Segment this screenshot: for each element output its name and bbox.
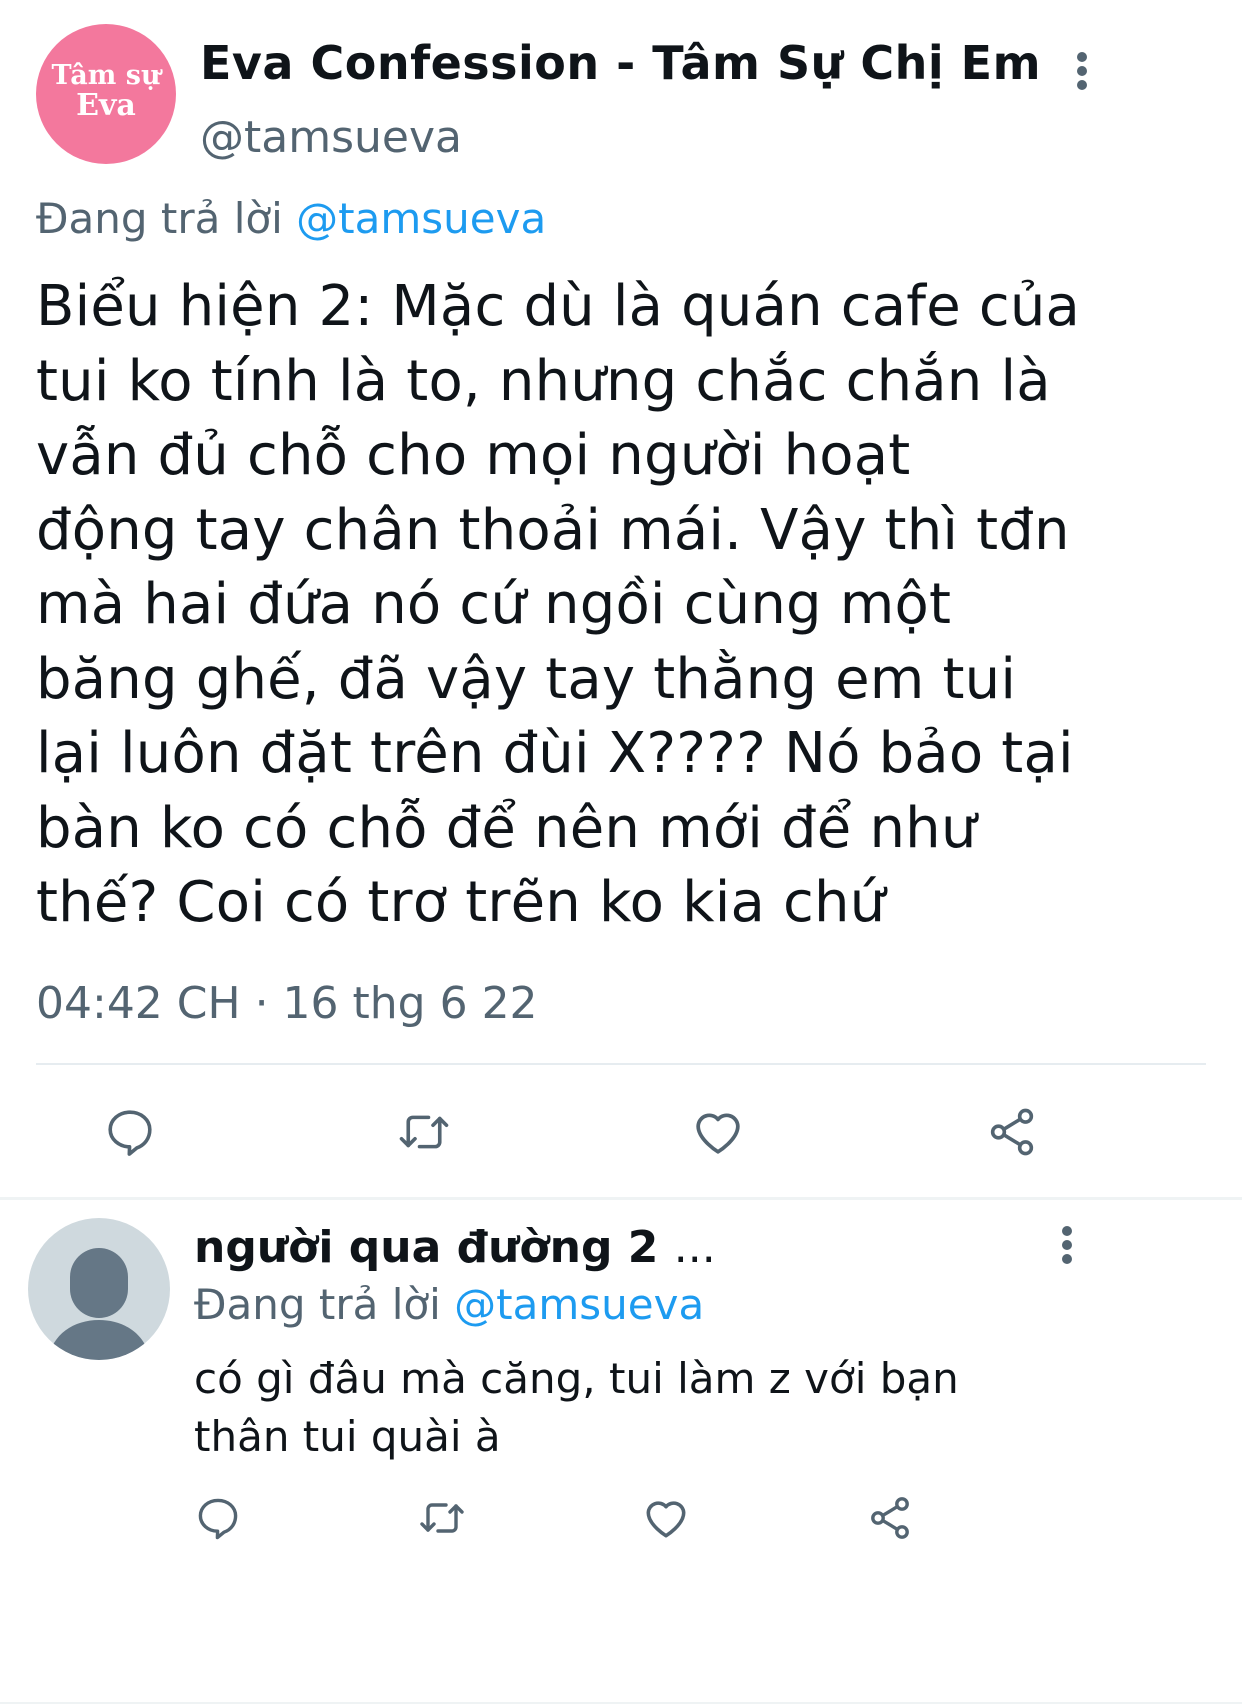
reply-comment-button[interactable] <box>190 1490 246 1546</box>
timestamp[interactable]: 04:42 CH · 16 thg 6 22 <box>36 978 538 1029</box>
tweet-text: Biểu hiện 2: Mặc dù là quán cafe của tui… <box>36 274 1081 935</box>
replying-to: Đang trả lời @tamsueva <box>36 194 546 243</box>
retweet-icon <box>420 1503 464 1533</box>
handle[interactable]: @tamsueva <box>200 112 462 163</box>
reply-display-name[interactable]: người qua đường 2 ... <box>194 1222 716 1273</box>
comment-button[interactable] <box>98 1100 162 1164</box>
more-options-icon[interactable] <box>1068 48 1098 94</box>
main-tweet: Tâm sự Eva Eva Confession - Tâm Sự Chị E… <box>0 0 1242 1300</box>
like-button[interactable] <box>686 1100 750 1164</box>
avatar-text-line1: Tâm sự <box>51 60 161 92</box>
reply-like-button[interactable] <box>638 1490 694 1546</box>
tweet-separator <box>0 1197 1242 1200</box>
default-avatar[interactable] <box>28 1218 170 1360</box>
user-silhouette-icon <box>48 1248 150 1360</box>
divider <box>36 1063 1206 1065</box>
more-options-icon[interactable] <box>1054 1222 1082 1268</box>
comment-icon <box>198 1498 238 1540</box>
replying-mention-link[interactable]: @tamsueva <box>296 194 546 243</box>
like-icon <box>696 1113 740 1154</box>
replying-label: Đang trả lời <box>36 194 283 243</box>
share-icon <box>871 1497 909 1539</box>
display-name[interactable]: Eva Confession - Tâm Sự Chị Em <box>200 36 1041 90</box>
comment-icon <box>108 1110 152 1156</box>
avatar[interactable]: Tâm sự Eva <box>36 24 176 164</box>
reply-name-text: người qua đường 2 <box>194 1222 659 1273</box>
reply-share-button[interactable] <box>862 1490 918 1546</box>
retweet-button[interactable] <box>390 1100 458 1164</box>
divider <box>0 1702 1242 1704</box>
reply-mention-link[interactable]: @tamsueva <box>454 1280 704 1329</box>
share-button[interactable] <box>980 1100 1044 1164</box>
avatar-text-line2: Eva <box>76 88 136 124</box>
reply-text: có gì đâu mà căng, tui làm z với bạn thâ… <box>194 1354 959 1461</box>
reply-replying-label: Đang trả lời <box>194 1280 441 1329</box>
retweet-icon <box>399 1115 449 1149</box>
reply-replying-to: Đang trả lời @tamsueva <box>194 1280 704 1329</box>
reply-name-ellipsis: ... <box>673 1222 716 1273</box>
like-icon <box>646 1501 686 1538</box>
reply-retweet-button[interactable] <box>412 1490 472 1546</box>
share-icon <box>990 1108 1034 1156</box>
